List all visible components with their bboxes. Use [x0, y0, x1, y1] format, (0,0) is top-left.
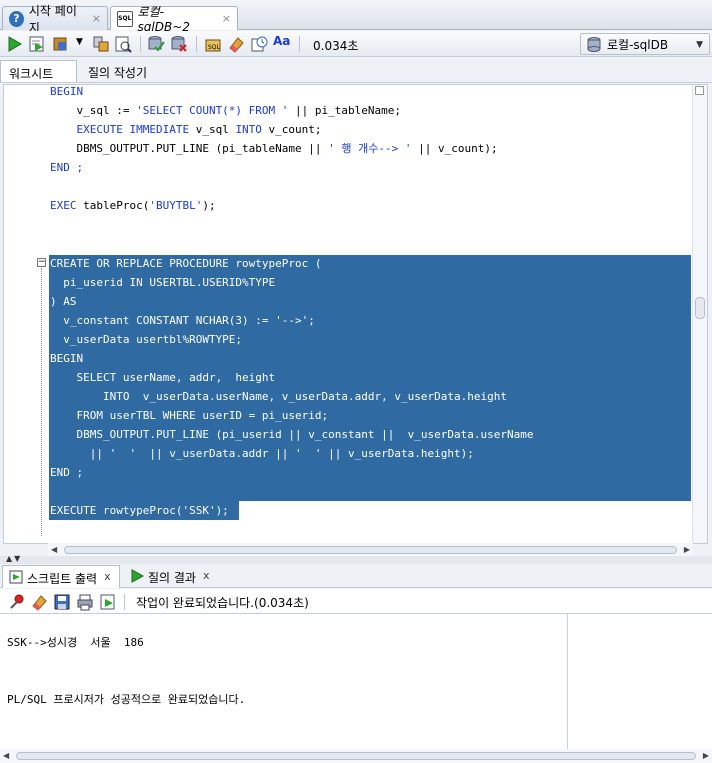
output-tab-bar: 스크립트 출력 x 질의 결과 x: [0, 564, 712, 588]
close-icon[interactable]: ×: [92, 12, 101, 25]
script-output-area[interactable]: SSK-->성시경 서울 186 PL/SQL 프로시저가 성공적으로 완료되었…: [0, 614, 712, 763]
to-upper-lower-icon[interactable]: Aa: [273, 34, 291, 52]
run-icon: [131, 569, 144, 583]
scroll-right-icon[interactable]: ▶: [684, 545, 690, 554]
rollback-icon[interactable]: [170, 35, 188, 53]
scroll-left-icon[interactable]: ◀: [51, 545, 57, 554]
fold-toggle-icon[interactable]: −: [37, 258, 46, 267]
code-line: BEGIN: [50, 352, 84, 365]
code-line: || ' ' || v_userData.addr || ' ' || v_us…: [50, 447, 474, 460]
code-line: END ;: [50, 161, 84, 174]
output-status: 작업이 완료되었습니다.(0.034초): [136, 596, 309, 610]
scrollbar-thumb[interactable]: [16, 752, 696, 760]
sql-editor[interactable]: − BEGIN v_sql := 'SELECT COUNT(*) FROM '…: [3, 84, 708, 557]
tab-start-page[interactable]: ? 시작 페이지 ×: [2, 4, 108, 35]
tab-sql-worksheet-label: 로컬-sqlDB~2: [137, 5, 190, 34]
code-line: EXECUTE rowtypeProc('SSK');: [50, 504, 229, 517]
code-area[interactable]: BEGIN v_sql := 'SELECT COUNT(*) FROM ' |…: [48, 85, 691, 543]
clear-icon[interactable]: [227, 35, 245, 53]
sql-developer-window: ? 시작 페이지 × SQL 로컬-sqlDB~2 × ▼ SQL Aa 0.0…: [0, 0, 712, 763]
horizontal-scrollbar[interactable]: ◀ ▶: [48, 543, 693, 557]
tab-sql-worksheet[interactable]: SQL 로컬-sqlDB~2 ×: [110, 5, 238, 34]
close-icon[interactable]: ×: [222, 12, 231, 25]
tab-script-output[interactable]: 스크립트 출력 x: [2, 565, 120, 588]
print-icon[interactable]: [76, 593, 94, 611]
close-icon[interactable]: x: [104, 570, 111, 583]
code-line: END ;: [50, 466, 84, 479]
code-line: pi_userid IN USERTBL.USERID%TYPE: [50, 276, 276, 289]
panel-splitter[interactable]: ▲▼: [0, 554, 712, 564]
code-line: ) AS: [50, 295, 77, 308]
tab-query-result[interactable]: 질의 결과 x: [124, 565, 216, 588]
sql-tuning-icon[interactable]: [114, 35, 132, 53]
code-line: DBMS_OUTPUT.PUT_LINE (pi_tableName || ' …: [50, 142, 498, 155]
svg-text:SQL: SQL: [208, 44, 221, 51]
tab-worksheet[interactable]: 워크시트: [0, 60, 77, 82]
code-line: CREATE OR REPLACE PROCEDURE rowtypeProc …: [50, 257, 322, 270]
tab-script-output-label: 스크립트 출력: [27, 572, 98, 586]
scroll-left-icon[interactable]: ◀: [3, 751, 9, 760]
execution-time: 0.034초: [313, 39, 359, 53]
unshared-sql-icon[interactable]: SQL: [204, 35, 222, 53]
tab-query-builder[interactable]: 질의 작성기: [80, 60, 155, 82]
document-tab-bar: ? 시작 페이지 × SQL 로컬-sqlDB~2 ×: [0, 0, 712, 35]
tab-query-result-label: 질의 결과: [148, 571, 196, 585]
help-icon: ?: [9, 10, 24, 27]
run-script-icon[interactable]: [28, 35, 46, 53]
autotrace-icon[interactable]: [52, 35, 70, 53]
worksheet-subtabs: 워크시트 질의 작성기: [0, 58, 712, 83]
vertical-scrollbar[interactable]: [692, 85, 707, 543]
output-toolbar: 작업이 완료되었습니다.(0.034초): [0, 589, 712, 614]
pin-icon[interactable]: [8, 593, 26, 611]
scrollbar-thumb[interactable]: [64, 546, 677, 554]
code-line: DBMS_OUTPUT.PUT_LINE (pi_userid || v_con…: [50, 428, 534, 441]
chevron-down-icon: ▼: [696, 40, 703, 50]
collapse-arrows-icon[interactable]: ▲▼: [6, 554, 22, 563]
commit-icon[interactable]: [147, 35, 165, 53]
code-line: EXEC tableProc('BUYTBL');: [50, 199, 216, 212]
connection-select-value: 로컬-sqlDB: [607, 37, 669, 52]
horizontal-scrollbar[interactable]: ◀ ▶: [0, 749, 712, 763]
sql-file-icon: SQL: [117, 10, 133, 27]
code-line: EXECUTE IMMEDIATE v_sql INTO v_count;: [50, 123, 322, 136]
run-statement-icon[interactable]: [6, 35, 24, 53]
explain-plan-icon[interactable]: [92, 35, 110, 53]
database-icon: [587, 36, 601, 52]
code-line: v_userData usertbl%ROWTYPE;: [50, 333, 243, 346]
clear-icon[interactable]: [30, 593, 48, 611]
code-line: INTO v_userData.userName, v_userData.add…: [50, 390, 507, 403]
editor-gutter: −: [4, 85, 48, 543]
code-line: SELECT userName, addr, height: [50, 371, 276, 384]
output-line: SSK-->성시경 서울 186: [7, 636, 144, 649]
scroll-right-icon[interactable]: ▶: [703, 751, 709, 760]
scrollbar-thumb[interactable]: [695, 297, 705, 319]
save-icon[interactable]: [53, 593, 71, 611]
code-line: FROM userTBL WHERE userID = pi_userid;: [50, 409, 329, 422]
connection-select[interactable]: 로컬-sqlDB ▼: [580, 33, 710, 55]
output-line: PL/SQL 프로시저가 성공적으로 완료되었습니다.: [7, 693, 246, 706]
code-line: v_sql := 'SELECT COUNT(*) FROM ' || pi_t…: [50, 104, 402, 117]
history-icon[interactable]: [250, 35, 268, 53]
worksheet-toolbar: ▼ SQL Aa 0.034초 로컬-sqlDB ▼: [0, 31, 712, 57]
run-script-icon[interactable]: [99, 593, 117, 611]
close-icon[interactable]: x: [203, 569, 210, 582]
code-line: BEGIN: [50, 85, 84, 98]
script-output-icon: [9, 570, 23, 584]
code-line: v_constant CONSTANT NCHAR(3) := '-->';: [50, 314, 315, 327]
